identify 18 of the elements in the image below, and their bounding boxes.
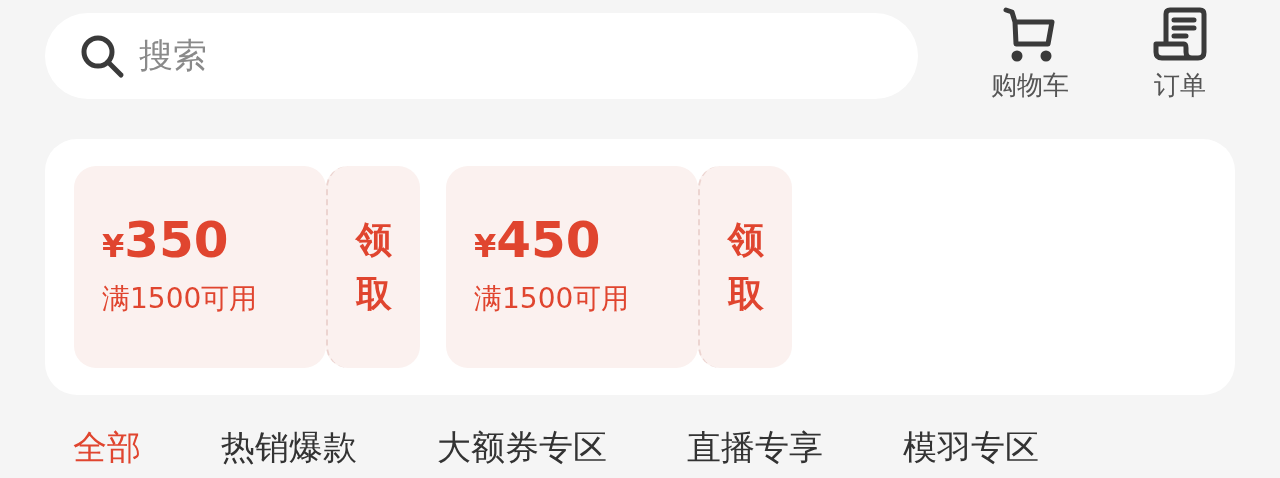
coupon-amount: 450 bbox=[496, 214, 601, 265]
category-tab[interactable]: 模羽专区 bbox=[903, 427, 1039, 467]
coupon-condition: 满1500可用 bbox=[474, 280, 631, 317]
search-input[interactable]: 搜索 bbox=[139, 30, 739, 81]
coupon-amount: 350 bbox=[124, 214, 229, 265]
category-tab[interactable]: 大额券专区 bbox=[437, 427, 607, 467]
currency-symbol: ¥ bbox=[102, 226, 125, 267]
category-tab[interactable]: 全部 bbox=[73, 427, 141, 467]
search-field[interactable]: 搜索 bbox=[45, 12, 918, 99]
receipt-icon bbox=[1152, 6, 1208, 62]
category-tab[interactable]: 直播专享 bbox=[687, 427, 823, 467]
claim-button[interactable]: 领取 bbox=[326, 166, 420, 368]
coupon-condition: 满1500可用 bbox=[102, 280, 259, 317]
category-tab[interactable]: 热销爆款 bbox=[221, 427, 357, 467]
cart-button[interactable]: 购物车 bbox=[980, 6, 1080, 105]
claim-button[interactable]: 领取 bbox=[698, 166, 792, 368]
currency-symbol: ¥ bbox=[474, 226, 497, 267]
orders-button[interactable]: 订单 bbox=[1130, 6, 1230, 105]
